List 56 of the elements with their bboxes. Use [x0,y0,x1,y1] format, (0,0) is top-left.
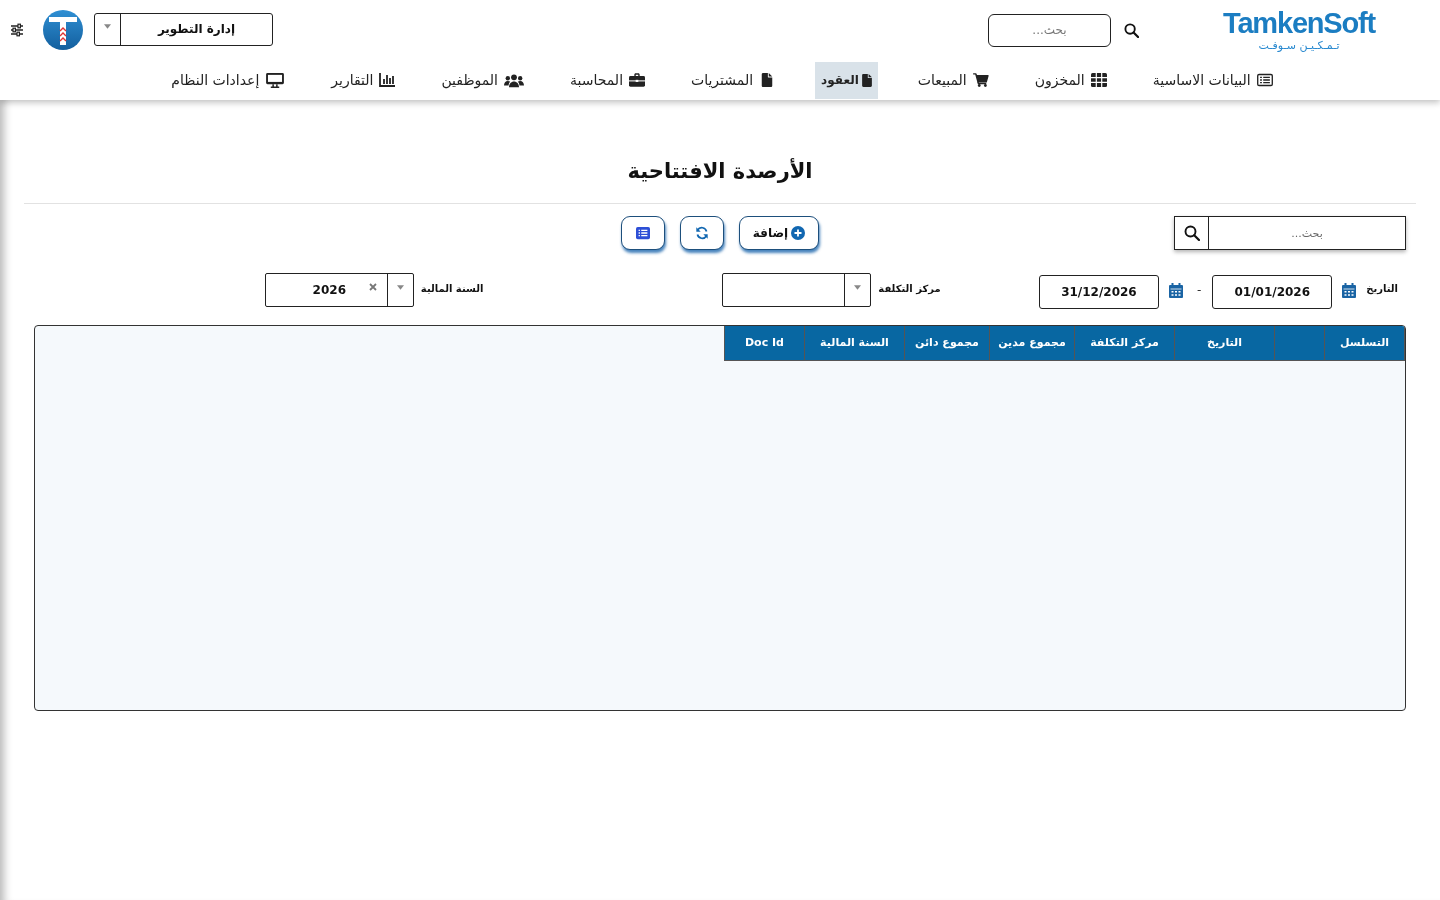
date-label: التاريخ [1366,282,1398,294]
nav-item[interactable]: البيانات الاساسية [1146,61,1279,99]
bar-chart-icon [379,73,396,87]
column-header: مجموع دائن [904,326,990,360]
search-field[interactable]: بحث... [988,13,1111,47]
list-icon [635,226,650,240]
calendar-icon[interactable] [1168,282,1183,298]
refresh-icon [694,226,709,240]
search-field[interactable]: بحث... [1208,216,1406,250]
t-logo-icon[interactable] [43,10,83,50]
search-icon[interactable] [1124,22,1139,38]
logo-tagline: تـمـكـيـن سـوفـت [1258,39,1340,52]
file-icon [861,73,872,87]
nav-item[interactable]: العقود [815,61,878,99]
column-header: التسلسل [1324,326,1405,360]
list-view-button[interactable] [620,216,665,250]
fiscal-year-select[interactable]: 2026 [264,273,414,307]
calendar-icon[interactable] [1342,282,1357,298]
date-to-field[interactable]: 31/12/2026 [1038,275,1159,309]
date-from-field[interactable]: 01/01/2026 [1212,275,1333,309]
date-range-separator: - [1196,283,1202,297]
users-icon [504,72,524,88]
nav-item[interactable]: المحاسبة [564,61,652,99]
list-icon [1256,73,1273,87]
column-header: التاريخ [1174,326,1275,360]
column-header: Doc Id [724,326,805,360]
monitor-icon [265,72,286,88]
plus-circle-icon [791,226,806,240]
search-button[interactable] [1174,216,1208,250]
refresh-button[interactable] [679,216,724,250]
cost-center-select[interactable] [722,273,872,307]
add-button[interactable]: إضافة [738,216,820,250]
department-select[interactable]: إدارة التطوير [94,12,273,46]
caret-icon [854,284,862,290]
nav-item[interactable]: المخزون [1028,61,1113,99]
column-header [1274,326,1325,360]
settings-sliders-icon[interactable] [10,23,24,37]
briefcase-icon [629,73,646,87]
column-header: مجموع مدين [989,326,1075,360]
nav-item[interactable]: التقارير [325,61,402,99]
cost-center-label: مركز التكلفة [878,282,941,294]
column-header: مركز التكلفة [1074,326,1175,360]
table-icon [1090,73,1107,87]
nav-item[interactable]: المشتريات [685,61,782,99]
search-icon [1183,225,1200,241]
fiscal-year-label: السنة المالية [420,282,484,294]
caret-icon [104,23,111,29]
cart-icon [972,73,989,87]
nav-item[interactable]: إعدادات النظام [165,61,292,99]
page-title: الأرصدة الافتتاحية [626,157,814,185]
nav-item[interactable]: الموظفين [435,61,530,99]
nav-item[interactable]: المبيعات [911,61,995,99]
clear-icon[interactable] [368,283,377,291]
column-header: السنة المالية [804,326,905,360]
logo-wordmark: TamkenSoft [1223,8,1375,38]
caret-icon [396,284,404,290]
